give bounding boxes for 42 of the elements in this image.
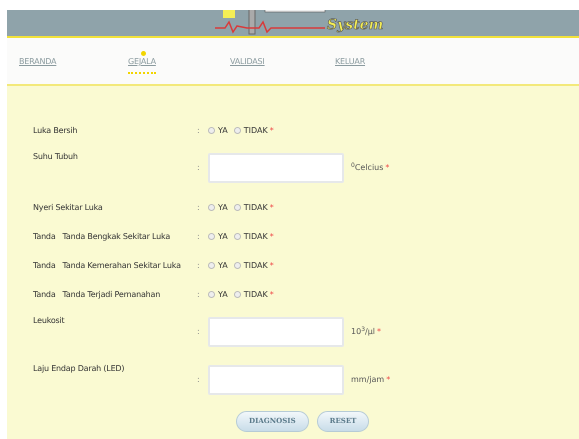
required-mark: * — [270, 260, 274, 272]
radio-option[interactable]: TIDAK — [234, 202, 268, 214]
colon-text: : — [197, 231, 201, 243]
logo-text: System — [327, 18, 384, 32]
required-mark: * — [386, 374, 390, 386]
required-mark: * — [377, 326, 382, 338]
field-label: Leukosit — [32, 315, 66, 327]
input-field[interactable] — [208, 317, 344, 347]
field-label: Suhu Tubuh — [32, 151, 79, 163]
colon-text: : — [197, 374, 201, 386]
radio-option[interactable]: TIDAK — [234, 125, 268, 137]
required-mark: * — [270, 202, 274, 214]
radio-option[interactable]: YA — [208, 231, 228, 243]
field-label: Luka Bersih — [32, 125, 78, 137]
radio-option[interactable]: YA — [208, 125, 228, 137]
colon-text: : — [197, 326, 201, 338]
radio-option[interactable]: TIDAK — [234, 260, 268, 272]
colon-text: : — [197, 260, 201, 272]
input-field[interactable] — [208, 153, 344, 183]
active-dot-icon — [141, 51, 146, 56]
unit-text: $^{0}$Celcius — [351, 162, 384, 174]
radio-option[interactable]: YA — [208, 202, 228, 214]
radio-option[interactable]: YA — [208, 260, 228, 272]
required-mark: * — [270, 125, 274, 137]
field-label: Tanda Tanda Bengkak Sekitar Luka — [32, 231, 172, 243]
required-mark: * — [270, 231, 274, 243]
unit-text: 10$^{3}$/μl — [351, 326, 376, 338]
field-label: Tanda Tanda Kemerahan Sekitar Luka — [32, 260, 182, 272]
colon-text: : — [197, 162, 201, 174]
radio-option[interactable]: TIDAK — [234, 289, 268, 301]
field-label: Nyeri Sekitar Luka — [32, 202, 104, 214]
colon-text: : — [197, 289, 201, 301]
colon-text: : — [197, 125, 201, 137]
required-mark: * — [270, 289, 274, 301]
required-mark: * — [385, 162, 390, 174]
field-label: Tanda Tanda Terjadi Pernanahan — [32, 289, 162, 301]
radio-option[interactable]: YA — [208, 289, 228, 301]
field-label: Laju Endap Darah (LED) — [32, 363, 126, 375]
unit-text: mm/jam — [351, 374, 384, 386]
colon-text: : — [197, 202, 201, 214]
input-field[interactable] — [208, 365, 344, 395]
radio-option[interactable]: TIDAK — [234, 231, 268, 243]
